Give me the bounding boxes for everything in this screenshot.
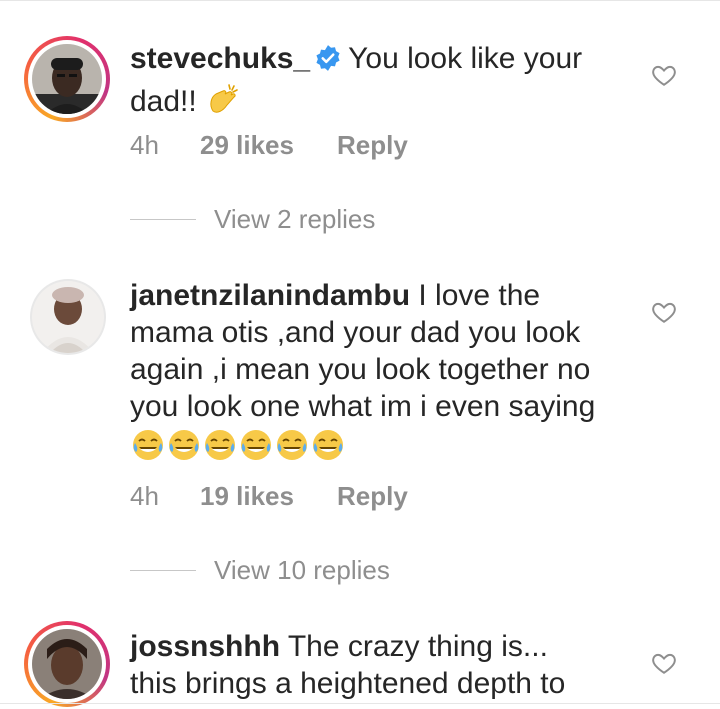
avatar[interactable] (24, 621, 110, 707)
comment-meta: 4h 29 likes Reply (130, 130, 408, 161)
likes-count[interactable]: 29 likes (200, 130, 337, 161)
heart-outline-icon[interactable] (651, 299, 677, 325)
heart-outline-icon[interactable] (651, 62, 677, 88)
view-replies-button[interactable]: View 2 replies (130, 204, 375, 235)
view-replies-label: View 10 replies (214, 555, 390, 585)
emoji-row (130, 427, 346, 466)
heart-outline-icon[interactable] (651, 650, 677, 676)
comment-username[interactable]: jossnshhh (130, 630, 280, 663)
comment-time: 4h (130, 130, 159, 160)
clapping-hands-emoji (205, 81, 241, 117)
comment-username[interactable]: janetnzilanindambu (130, 279, 410, 312)
comment-text: janetnzilanindambu I love the mama otis … (130, 277, 630, 466)
comment-text: stevechuks_ You look like your dad!! (130, 40, 630, 120)
tears-of-joy-emoji (130, 427, 166, 463)
reply-button[interactable]: Reply (337, 481, 408, 512)
likes-count[interactable]: 19 likes (200, 481, 337, 512)
comment-username[interactable]: stevechuks_ (130, 42, 310, 75)
tears-of-joy-emoji (202, 427, 238, 463)
bottom-divider (0, 703, 720, 704)
tears-of-joy-emoji (310, 427, 346, 463)
avatar[interactable] (30, 279, 106, 355)
verified-badge-icon (314, 44, 342, 81)
comment-body-line1: The crazy thing is... (287, 630, 548, 663)
replies-divider (130, 219, 196, 220)
view-replies-label: View 2 replies (214, 204, 376, 234)
comment-meta: 4h 19 likes Reply (130, 481, 408, 512)
comment-time: 4h (130, 481, 159, 511)
top-divider (0, 0, 720, 1)
view-replies-button[interactable]: View 10 replies (130, 555, 390, 586)
tears-of-joy-emoji (274, 427, 310, 463)
avatar[interactable] (24, 36, 110, 122)
tears-of-joy-emoji (166, 427, 202, 463)
replies-divider (130, 570, 196, 571)
comment-body-line2: this brings a heightened depth to (130, 667, 566, 700)
comment-text: jossnshhh The crazy thing is... this bri… (130, 628, 630, 702)
reply-button[interactable]: Reply (337, 130, 408, 161)
tears-of-joy-emoji (238, 427, 274, 463)
